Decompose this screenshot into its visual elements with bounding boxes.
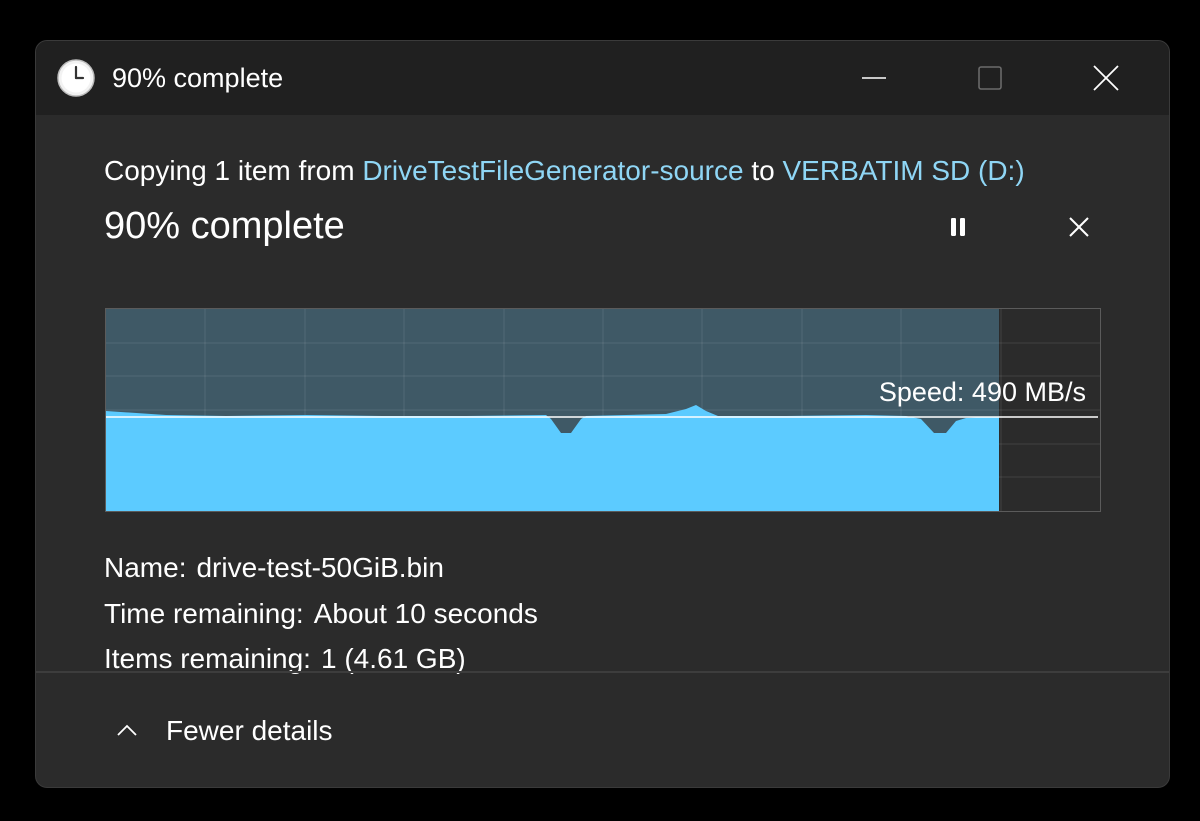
copy-prefix: Copying 1 item from (104, 155, 363, 186)
copy-description: Copying 1 item from DriveTestFileGenerat… (104, 153, 1025, 189)
minimize-button[interactable] (816, 41, 932, 115)
name-label: Name: (104, 552, 187, 583)
dialog-content: Copying 1 item from DriveTestFileGenerat… (36, 115, 1169, 674)
time-remaining-row: Time remaining: About 10 seconds (104, 591, 538, 637)
window-close-button[interactable] (1048, 41, 1164, 115)
name-row: Name: drive-test-50GiB.bin (104, 545, 538, 591)
pause-icon (951, 218, 965, 236)
time-remaining-label: Time remaining: (104, 597, 304, 629)
speed-graph-svg (106, 309, 1100, 511)
cancel-button[interactable] (1059, 207, 1099, 247)
title-bar[interactable]: 90% complete (36, 41, 1169, 115)
speed-graph: Speed: 490 MB/s (105, 308, 1101, 512)
time-remaining-value: About 10 seconds (313, 597, 538, 629)
items-remaining-value: 1 (4.61 GB) (320, 643, 466, 674)
pause-button[interactable] (938, 207, 978, 247)
maximize-button[interactable] (932, 41, 1048, 115)
close-icon (1069, 217, 1089, 237)
copy-middle: to (743, 155, 783, 186)
fewer-details-label: Fewer details (166, 715, 333, 746)
clock-icon (56, 58, 96, 98)
minimize-icon (862, 77, 886, 79)
copy-progress-window: 90% complete Copying 1 item from DriveTe… (35, 40, 1170, 788)
items-remaining-label: Items remaining: (104, 643, 311, 674)
footer: Fewer details (36, 673, 1169, 787)
source-link[interactable]: DriveTestFileGenerator-source (362, 155, 743, 186)
speed-label: Speed: 490 MB/s (878, 377, 1086, 407)
window-title: 90% complete (112, 63, 284, 93)
destination-link[interactable]: VERBATIM SD (D:) (783, 155, 1025, 186)
close-icon (1093, 65, 1119, 91)
chevron-up-icon (112, 716, 142, 746)
details-section: Name: drive-test-50GiB.bin Time remaining… (104, 545, 538, 682)
progress-title: 90% complete (104, 205, 345, 247)
fewer-details-button[interactable]: Fewer details (112, 711, 333, 751)
name-value: drive-test-50GiB.bin (196, 552, 444, 583)
maximize-icon (978, 66, 1002, 90)
